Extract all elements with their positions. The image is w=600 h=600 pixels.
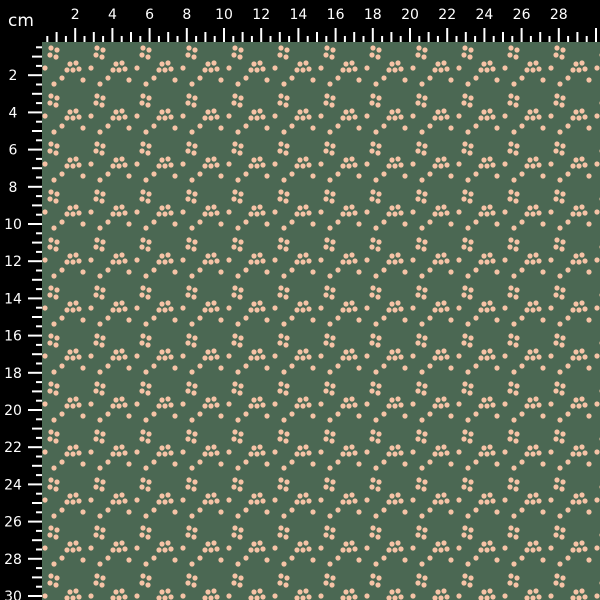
left-ruler-label: 10 <box>4 217 22 233</box>
fabric-swatch <box>42 42 600 600</box>
top-ruler-label: 6 <box>145 7 154 23</box>
left-ruler-label: 14 <box>4 291 22 307</box>
left-ruler-label: 22 <box>4 440 22 456</box>
left-ruler-label: 6 <box>9 143 18 159</box>
top-ruler-label: 14 <box>289 7 307 23</box>
top-ruler-label: 18 <box>364 7 382 23</box>
left-ruler-label: 18 <box>4 366 22 382</box>
left-ruler-label: 2 <box>9 68 18 84</box>
top-ruler-label: 22 <box>438 7 456 23</box>
top-ruler-label: 10 <box>215 7 233 23</box>
top-ruler-label: 8 <box>182 7 191 23</box>
left-ruler-label: 28 <box>4 552 22 568</box>
top-ruler-label: 24 <box>475 7 493 23</box>
top-ruler-label: 20 <box>401 7 419 23</box>
fabric-background <box>42 42 600 600</box>
unit-label: cm <box>0 0 42 42</box>
top-ruler-label: 2 <box>71 7 80 23</box>
top-ruler-label: 28 <box>550 7 568 23</box>
left-ruler-label: 26 <box>4 515 22 531</box>
left-ruler-label: 4 <box>9 105 18 121</box>
left-ruler-label: 12 <box>4 254 22 270</box>
top-ruler-label: 16 <box>327 7 345 23</box>
left-ruler: 24681012141618202224262830 <box>4 46 42 600</box>
left-ruler-label: 8 <box>9 180 18 196</box>
top-ruler: 2 4 6 8 10 12 14 16 18 20 22 24 26 28 <box>46 7 597 42</box>
left-ruler-label: 16 <box>4 329 22 345</box>
top-ruler-label: 26 <box>513 7 531 23</box>
top-ruler-label: 12 <box>252 7 270 23</box>
left-ruler-label: 24 <box>4 477 22 493</box>
left-ruler-label: 20 <box>4 403 22 419</box>
left-ruler-label: 30 <box>4 589 22 600</box>
top-ruler-label: 4 <box>108 7 117 23</box>
